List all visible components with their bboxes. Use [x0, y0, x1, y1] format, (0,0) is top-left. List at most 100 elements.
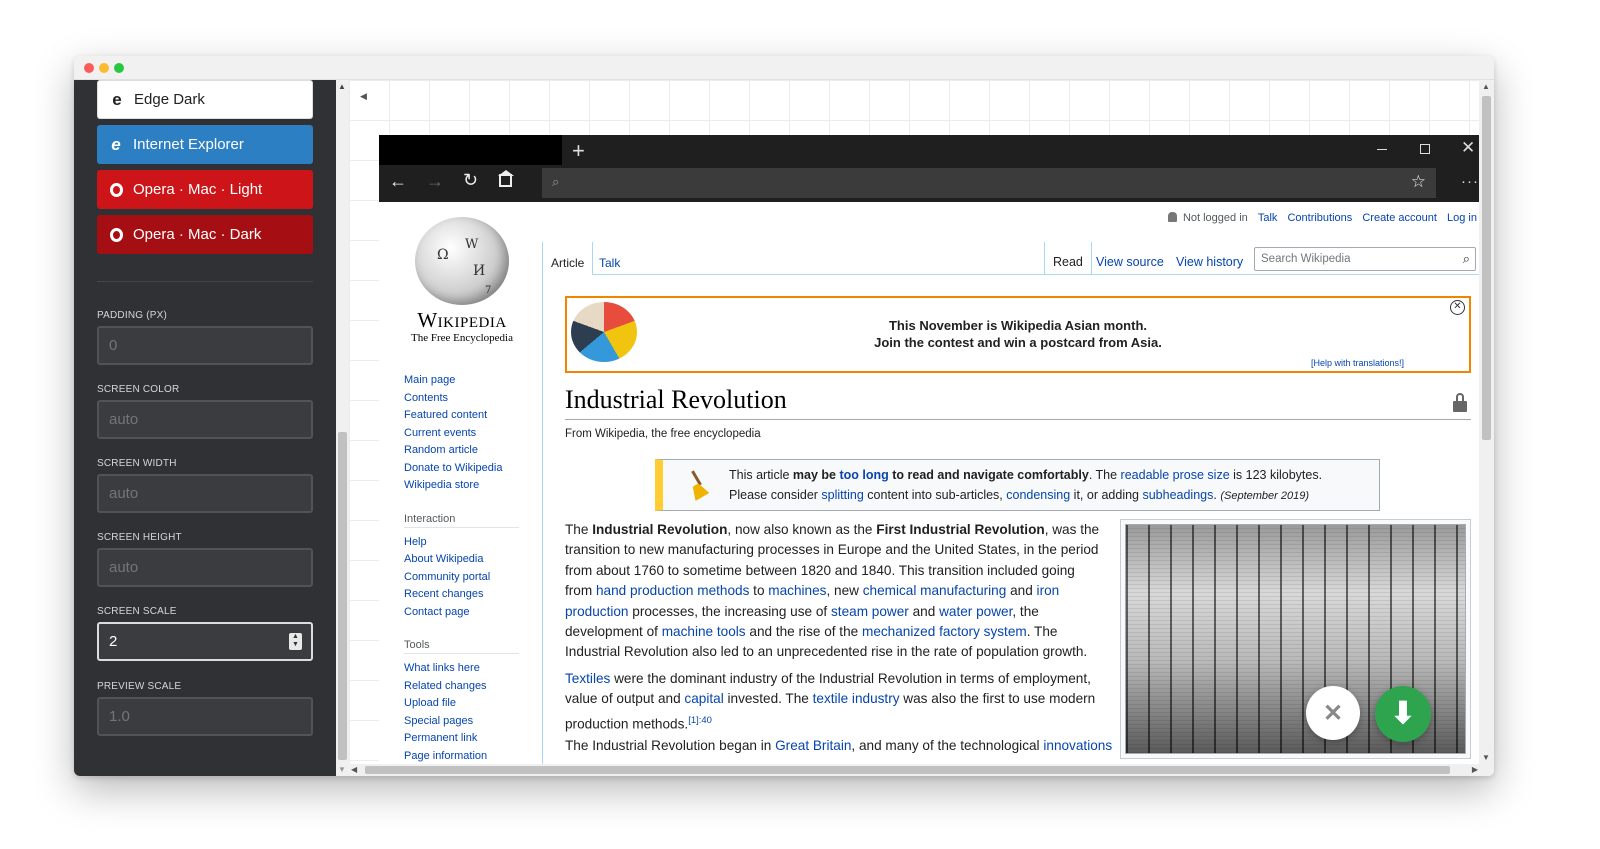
banner-help-link[interactable]: [Help with translations!] — [1311, 358, 1404, 368]
screen-width-input[interactable] — [97, 474, 313, 513]
nav-link[interactable]: Current events — [404, 425, 519, 443]
horizontal-scrollbar[interactable]: ◀ ▶ — [349, 764, 1494, 776]
tab-read[interactable]: Read — [1044, 242, 1092, 275]
panel-scrollbar-thumb[interactable] — [338, 432, 347, 760]
panel-divider — [97, 281, 313, 282]
site-subtitle: From Wikipedia, the free encyclopedia — [565, 428, 761, 440]
scroll-up-arrow-icon[interactable]: ▲ — [1482, 82, 1490, 91]
vertical-scrollbar[interactable]: ▲ ▼ — [1479, 80, 1494, 764]
nav-link[interactable]: Contact page — [404, 604, 519, 622]
capital-link[interactable]: capital — [684, 691, 723, 706]
active-tab[interactable] — [379, 135, 562, 165]
panel-scrollbar[interactable]: ▲ ▼ — [336, 80, 349, 776]
puzzle-glyph-seven: 7 — [485, 285, 492, 296]
innovations-link[interactable]: innovations — [1043, 738, 1112, 753]
nav-link[interactable]: Random article — [404, 442, 519, 460]
screen-scale-stepper[interactable]: 2 ▲ ▼ — [97, 622, 313, 661]
padding-input[interactable] — [97, 326, 313, 365]
scroll-down-arrow-icon[interactable]: ▼ — [1482, 753, 1490, 762]
screen-color-input[interactable] — [97, 400, 313, 439]
tab-view-source[interactable]: View source — [1088, 242, 1172, 275]
textile-industry-link[interactable]: textile industry — [813, 691, 900, 706]
paragraph-3: The Industrial Revolution began in Great… — [565, 736, 1125, 756]
nav-link[interactable]: Main page — [404, 372, 519, 390]
readable-prose-size-link[interactable]: readable prose size — [1121, 468, 1230, 482]
wikipedia-globe-logo[interactable]: Ω W И 7 — [415, 217, 509, 305]
collapse-panel-arrow-icon[interactable]: ◀ — [360, 91, 367, 102]
create-account-link[interactable]: Create account — [1362, 212, 1437, 224]
search-wikipedia-input[interactable]: Search Wikipedia ⌕ — [1254, 247, 1476, 271]
notice-text: is 123 kilobytes. — [1229, 468, 1323, 482]
dismiss-button[interactable]: ✕ — [1306, 686, 1360, 740]
talk-link[interactable]: Talk — [1258, 212, 1278, 224]
scroll-left-arrow-icon[interactable]: ◀ — [351, 765, 357, 774]
hand-production-link[interactable]: hand production methods — [596, 583, 749, 598]
address-bar[interactable]: ⌕ ☆ — [542, 168, 1436, 198]
theme-edge-dark-button[interactable]: e Edge Dark — [97, 80, 313, 119]
theme-opera-mac-dark-button[interactable]: Opera · Mac · Dark — [97, 215, 313, 254]
nav-link[interactable]: Community portal — [404, 569, 519, 587]
close-icon[interactable]: ✕ — [1461, 138, 1475, 158]
maximize-icon[interactable] — [1420, 144, 1430, 154]
nav-link[interactable]: Recent changes — [404, 586, 519, 604]
machines-link[interactable]: machines — [768, 583, 826, 598]
screen-height-input[interactable] — [97, 548, 313, 587]
scroll-down-arrow-icon[interactable]: ▼ — [338, 765, 346, 774]
water-power-link[interactable]: water power — [939, 604, 1012, 619]
log-in-link[interactable]: Log in — [1447, 212, 1477, 224]
tab-article[interactable]: Article — [542, 242, 594, 275]
banner-close-icon[interactable]: ✕ — [1450, 300, 1465, 315]
nav-link[interactable]: About Wikipedia — [404, 551, 519, 569]
splitting-link[interactable]: splitting — [821, 488, 863, 502]
download-button[interactable]: ⬇ — [1375, 686, 1431, 742]
reference-link[interactable]: [1]:40 — [688, 715, 712, 726]
more-icon[interactable]: ··· — [1461, 173, 1479, 190]
theme-opera-mac-light-button[interactable]: Opera · Mac · Light — [97, 170, 313, 209]
stepper-arrows-icon[interactable]: ▲ ▼ — [289, 633, 302, 650]
puzzle-glyph-w: W — [465, 237, 479, 252]
refresh-icon[interactable]: ↻ — [463, 170, 478, 191]
nav-link[interactable]: Wikipedia store — [404, 477, 519, 495]
nav-link[interactable]: Page information — [404, 748, 519, 765]
forward-icon[interactable]: → — [426, 171, 444, 192]
nav-link[interactable]: Contents — [404, 390, 519, 408]
nav-link[interactable]: Help — [404, 534, 519, 552]
great-britain-link[interactable]: Great Britain — [775, 738, 851, 753]
preview-scale-input[interactable] — [97, 697, 313, 736]
textiles-link[interactable]: Textiles — [565, 671, 610, 686]
nav-link[interactable]: What links here — [404, 660, 519, 678]
too-long-link[interactable]: too long — [839, 468, 888, 482]
back-icon[interactable]: ← — [389, 171, 407, 192]
new-tab-button[interactable]: + — [572, 138, 585, 164]
condensing-link[interactable]: condensing — [1006, 488, 1070, 502]
wikipedia-tagline: The Free Encyclopedia — [410, 332, 513, 344]
machine-tools-link[interactable]: machine tools — [662, 624, 746, 639]
p-text: The — [565, 522, 593, 537]
subheadings-link[interactable]: subheadings — [1142, 488, 1213, 502]
nav-link[interactable]: Featured content — [404, 407, 519, 425]
horizontal-scrollbar-thumb[interactable] — [365, 766, 1450, 774]
scroll-right-arrow-icon[interactable]: ▶ — [1472, 765, 1478, 774]
theme-internet-explorer-button[interactable]: e Internet Explorer — [97, 125, 313, 164]
tab-talk[interactable]: Talk — [591, 242, 628, 275]
contributions-link[interactable]: Contributions — [1287, 212, 1352, 224]
close-window-dot[interactable] — [84, 63, 94, 73]
steam-power-link[interactable]: steam power — [831, 604, 909, 619]
minimize-icon[interactable] — [1377, 149, 1387, 150]
notice-line-2: Please consider splitting content into s… — [729, 488, 1309, 502]
nav-link[interactable]: Related changes — [404, 678, 519, 696]
nav-link[interactable]: Donate to Wikipedia — [404, 460, 519, 478]
scroll-up-arrow-icon[interactable]: ▲ — [338, 82, 346, 91]
mechanized-factory-link[interactable]: mechanized factory system — [862, 624, 1027, 639]
nav-link[interactable]: Permanent link — [404, 730, 519, 748]
search-icon[interactable]: ⌕ — [1463, 251, 1470, 267]
favorite-star-icon[interactable]: ☆ — [1411, 172, 1426, 192]
nav-link[interactable]: Special pages — [404, 713, 519, 731]
tab-view-history[interactable]: View history — [1168, 242, 1251, 275]
preview-scale-label: PREVIEW SCALE — [97, 681, 182, 692]
chemical-manufacturing-link[interactable]: chemical manufacturing — [863, 583, 1007, 598]
nav-link[interactable]: Upload file — [404, 695, 519, 713]
maximize-window-dot[interactable] — [114, 63, 124, 73]
vertical-scrollbar-thumb[interactable] — [1482, 96, 1491, 440]
minimize-window-dot[interactable] — [99, 63, 109, 73]
